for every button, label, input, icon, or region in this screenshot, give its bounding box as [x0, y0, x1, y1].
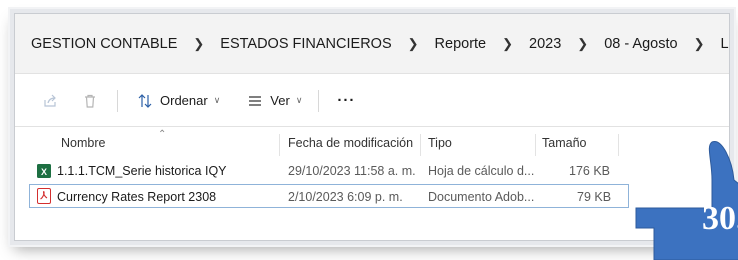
step-number-badge: 30. — [702, 200, 738, 237]
file-name: Currency Rates Report 2308 — [57, 190, 217, 204]
view-lines-icon — [246, 92, 264, 110]
breadcrumb-item-estados-financieros[interactable]: ESTADOS FINANCIEROS — [216, 34, 395, 54]
view-label: Ver — [270, 93, 290, 108]
breadcrumb-item-08-agosto[interactable]: 08 - Agosto — [600, 34, 681, 54]
chevron-down-icon: ∨ — [295, 95, 303, 105]
share-icon[interactable] — [41, 92, 59, 110]
column-header-modified[interactable]: Fecha de modificación — [288, 128, 413, 158]
excel-icon: X — [37, 163, 51, 179]
sort-icon — [136, 92, 154, 110]
breadcrumb-item-gestion-contable[interactable]: GESTION CONTABLE — [27, 34, 181, 54]
chevron-right-icon[interactable]: ❯ — [396, 36, 431, 52]
file-name: 1.1.1.TCM_Serie historica IQY — [57, 164, 227, 178]
file-type: Hoja de cálculo d... — [428, 164, 535, 178]
chevron-right-icon[interactable]: ❯ — [565, 36, 600, 52]
column-divider[interactable] — [279, 134, 280, 156]
sort-ascending-icon: ⌃ — [158, 129, 167, 140]
sort-button[interactable]: Ordenar ∨ — [136, 92, 220, 110]
column-header-size[interactable]: Tamaño — [542, 128, 586, 158]
more-options-button[interactable]: ··· — [337, 92, 355, 109]
command-bar: Ordenar ∨ Ver ∨ ··· — [15, 75, 729, 127]
view-button[interactable]: Ver ∨ — [246, 92, 302, 110]
column-header-name[interactable]: Nombre — [61, 128, 105, 158]
file-modified: 29/10/2023 11:58 a. m. — [288, 164, 416, 178]
toolbar-divider — [318, 89, 320, 112]
chevron-right-icon[interactable]: ❯ — [682, 36, 717, 52]
delete-icon[interactable] — [81, 92, 99, 110]
breadcrumb: GESTION CONTABLE ❯ ESTADOS FINANCIEROS ❯… — [15, 14, 729, 74]
chevron-right-icon[interactable]: ❯ — [181, 36, 216, 52]
file-row-selected[interactable]: Currency Rates Report 2308 2/10/2023 6:0… — [29, 184, 629, 208]
column-header-type[interactable]: Tipo — [428, 128, 452, 158]
pdf-icon — [37, 188, 51, 204]
toolbar-divider — [117, 89, 118, 112]
svg-text:X: X — [41, 167, 47, 177]
breadcrumb-item-reporte[interactable]: Reporte — [431, 34, 491, 54]
column-divider[interactable] — [420, 134, 421, 156]
column-divider[interactable] — [535, 134, 536, 156]
breadcrumb-item-2023[interactable]: 2023 — [525, 34, 565, 54]
sort-label: Ordenar — [160, 93, 208, 108]
breadcrumb-item-loadfiles[interactable]: Loadfiles — [716, 34, 729, 54]
file-row[interactable]: X 1.1.1.TCM_Serie historica IQY 29/10/20… — [29, 159, 629, 183]
file-modified: 2/10/2023 6:09 p. m. — [288, 190, 403, 204]
chevron-down-icon: ∨ — [213, 95, 221, 105]
chevron-right-icon[interactable]: ❯ — [490, 36, 525, 52]
file-type: Documento Adob... — [428, 190, 535, 204]
